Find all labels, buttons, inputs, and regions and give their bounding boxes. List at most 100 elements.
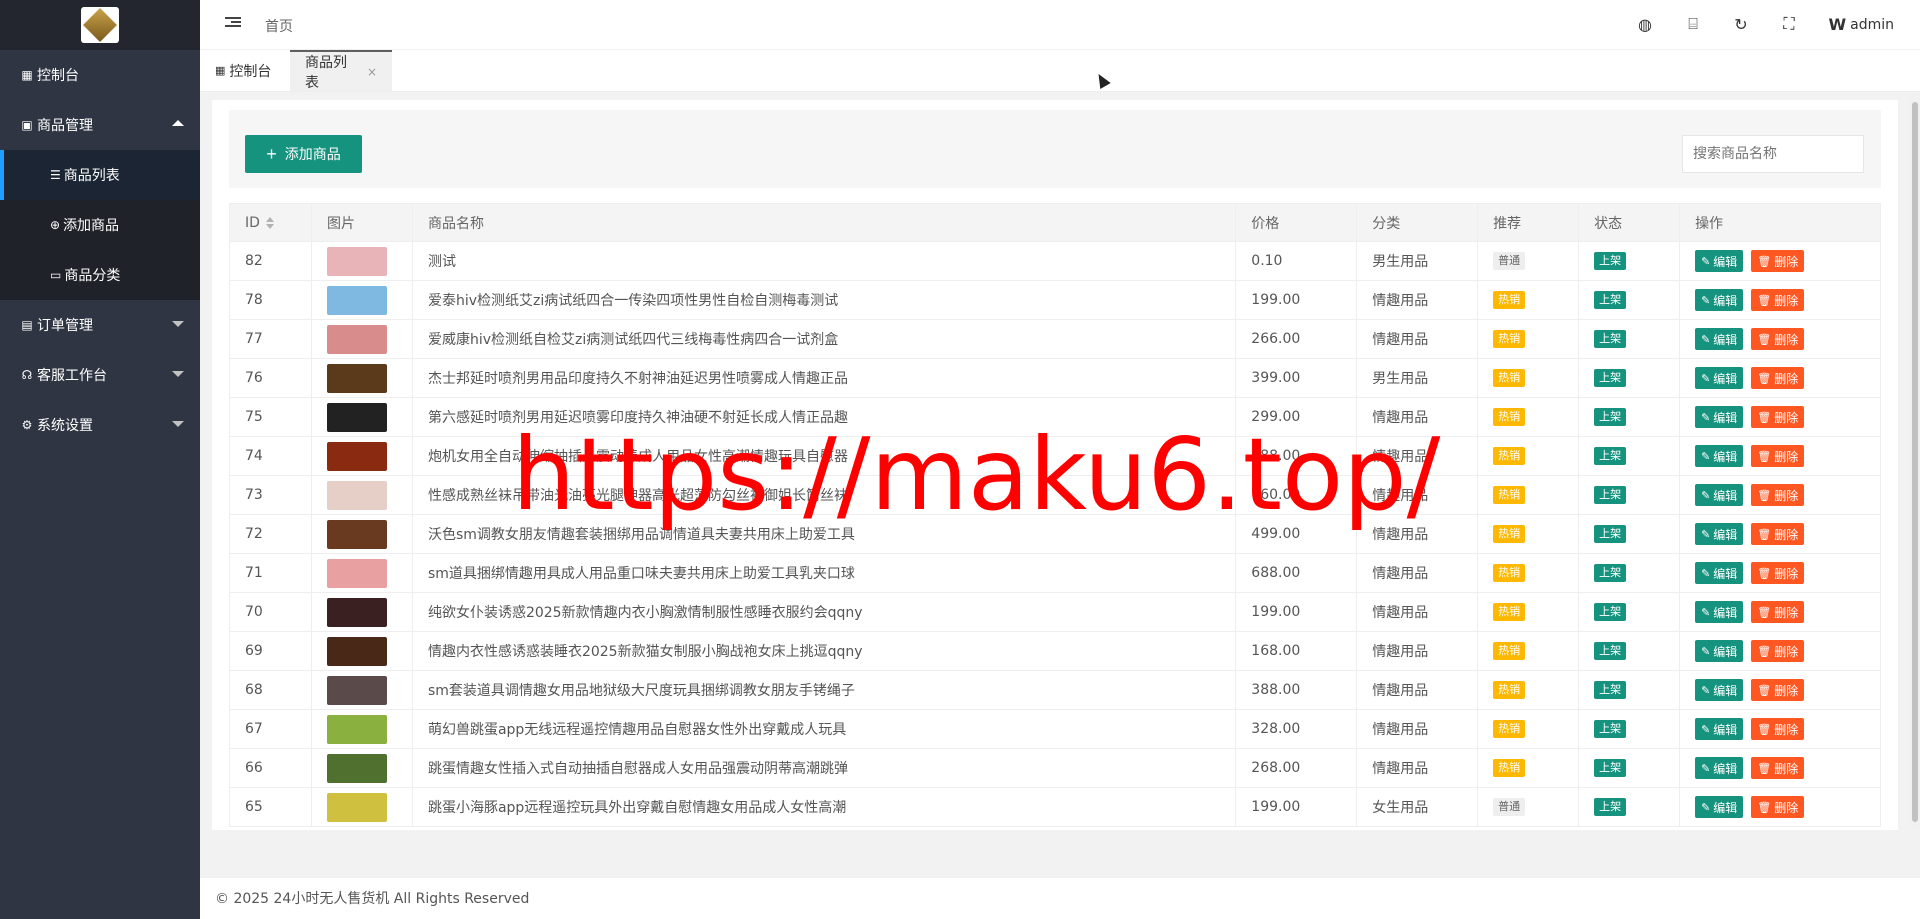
status-badge[interactable]: 上架 [1594,525,1627,543]
delete-button[interactable]: 🗑 删除 [1751,328,1805,350]
cell-actions: ✎ 编辑 🗑 删除 [1679,319,1881,359]
user-menu[interactable]: W admin [1828,15,1894,34]
product-thumbnail[interactable] [326,597,387,627]
sidebar-item-product-category[interactable]: ▭ 商品分类 [0,250,200,300]
sidebar-item-orders[interactable]: ▤ 订单管理 [0,300,200,350]
sidebar-item-add-product[interactable]: ⊕ 添加商品 [0,200,200,250]
edit-button[interactable]: ✎ 编辑 [1695,757,1744,779]
sidebar-item-product-list[interactable]: ☰ 商品列表 [0,150,200,200]
edit-button[interactable]: ✎ 编辑 [1695,367,1744,389]
product-thumbnail[interactable] [326,714,387,744]
breadcrumb[interactable]: 首页 [265,16,293,36]
delete-button[interactable]: 🗑 删除 [1751,757,1805,779]
sort-icon[interactable] [265,215,274,231]
status-badge[interactable]: 上架 [1594,564,1627,582]
sidebar-item-dashboard[interactable]: ▦ 控制台 [0,50,200,100]
edit-icon: ✎ [1701,722,1711,736]
product-thumbnail[interactable] [326,675,387,705]
status-badge[interactable]: 上架 [1594,681,1627,699]
status-badge[interactable]: 上架 [1594,330,1627,348]
delete-button[interactable]: 🗑 删除 [1751,796,1805,818]
delete-button[interactable]: 🗑 删除 [1751,289,1805,311]
delete-button[interactable]: 🗑 删除 [1751,406,1805,428]
edit-button[interactable]: ✎ 编辑 [1695,796,1744,818]
delete-button[interactable]: 🗑 删除 [1751,445,1805,467]
delete-button[interactable]: 🗑 删除 [1751,679,1805,701]
tab-dashboard[interactable]: ▦ 控制台 [205,50,285,91]
sidebar-item-label: 控制台 [37,68,79,84]
status-badge[interactable]: 上架 [1594,642,1627,660]
product-thumbnail[interactable] [326,285,387,315]
vertical-scrollbar[interactable] [1910,92,1920,830]
edit-button[interactable]: ✎ 编辑 [1695,562,1744,584]
cell-status: 上架 [1578,436,1681,476]
edit-button[interactable]: ✎ 编辑 [1695,601,1744,623]
status-badge[interactable]: 上架 [1594,447,1627,465]
edit-label: 编辑 [1713,605,1738,620]
recommend-badge: 普通 [1493,252,1526,270]
product-thumbnail[interactable] [326,246,387,276]
search-input[interactable] [1682,135,1864,173]
cell-id: 71 [229,553,312,593]
close-icon[interactable]: × [367,65,377,79]
tab-product-list[interactable]: 商品列表 × [290,50,392,91]
delete-label: 删除 [1774,254,1799,269]
cell-actions: ✎ 编辑 🗑 删除 [1679,358,1881,398]
logo[interactable] [81,7,119,43]
edit-button[interactable]: ✎ 编辑 [1695,328,1744,350]
status-badge[interactable]: 上架 [1594,252,1627,270]
product-thumbnail[interactable] [326,792,387,822]
refresh-icon[interactable]: ↻ [1731,14,1751,34]
delete-button[interactable]: 🗑 删除 [1751,367,1805,389]
edit-button[interactable]: ✎ 编辑 [1695,640,1744,662]
delete-button[interactable]: 🗑 删除 [1751,523,1805,545]
status-badge[interactable]: 上架 [1594,291,1627,309]
edit-button[interactable]: ✎ 编辑 [1695,289,1744,311]
sidebar-item-label: 商品分类 [64,268,121,284]
globe-icon[interactable]: ◍ [1635,14,1655,34]
col-header-id[interactable]: ID [229,203,312,242]
edit-button[interactable]: ✎ 编辑 [1695,718,1744,740]
delete-button[interactable]: 🗑 删除 [1751,250,1805,272]
delete-button[interactable]: 🗑 删除 [1751,484,1805,506]
edit-button[interactable]: ✎ 编辑 [1695,406,1744,428]
product-thumbnail[interactable] [326,480,387,510]
add-product-button[interactable]: + 添加商品 [245,135,362,173]
product-thumbnail[interactable] [326,363,387,393]
edit-button[interactable]: ✎ 编辑 [1695,445,1744,467]
edit-button[interactable]: ✎ 编辑 [1695,484,1744,506]
edit-button[interactable]: ✎ 编辑 [1695,523,1744,545]
product-thumbnail[interactable] [326,753,387,783]
cell-status: 上架 [1578,631,1681,671]
status-badge[interactable]: 上架 [1594,408,1627,426]
product-thumbnail[interactable] [326,558,387,588]
sidebar-item-products[interactable]: ▣ 商品管理 [0,100,200,150]
status-badge[interactable]: 上架 [1594,759,1627,777]
product-thumbnail[interactable] [326,402,387,432]
product-thumbnail[interactable] [326,324,387,354]
product-thumbnail[interactable] [326,441,387,471]
delete-button[interactable]: 🗑 删除 [1751,562,1805,584]
edit-icon: ✎ [1701,488,1711,502]
cell-actions: ✎ 编辑 🗑 删除 [1679,397,1881,437]
edit-button[interactable]: ✎ 编辑 [1695,679,1744,701]
product-thumbnail[interactable] [326,636,387,666]
product-thumbnail[interactable] [326,519,387,549]
status-badge[interactable]: 上架 [1594,798,1627,816]
sidebar-item-service[interactable]: ☊ 客服工作台 [0,350,200,400]
sidebar-item-settings[interactable]: ⚙ 系统设置 [0,400,200,450]
status-badge[interactable]: 上架 [1594,720,1627,738]
status-badge[interactable]: 上架 [1594,369,1627,387]
recommend-badge: 热销 [1493,759,1526,777]
status-badge[interactable]: 上架 [1594,486,1627,504]
cell-id: 73 [229,475,312,515]
status-badge[interactable]: 上架 [1594,603,1627,621]
delete-button[interactable]: 🗑 删除 [1751,601,1805,623]
edit-button[interactable]: ✎ 编辑 [1695,250,1744,272]
menu-toggle-icon[interactable] [225,15,241,31]
delete-button[interactable]: 🗑 删除 [1751,640,1805,662]
fullscreen-icon[interactable]: ⛶ [1779,14,1799,34]
table-body: 82 测试 0.10 男生用品 普通 上架 ✎ 编辑 🗑 删除 78 爱泰hiv检测纸艾zi病试纸四合… [229,241,1881,827]
delete-button[interactable]: 🗑 删除 [1751,718,1805,740]
clear-cache-icon[interactable]: ⌸ [1683,14,1703,34]
